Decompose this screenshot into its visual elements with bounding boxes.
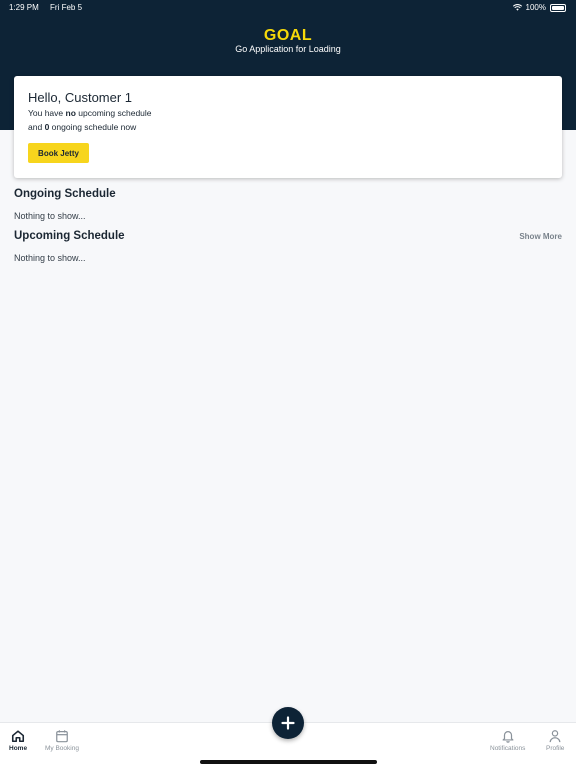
ongoing-schedule-title: Ongoing Schedule bbox=[14, 188, 116, 200]
wifi-icon bbox=[512, 4, 522, 11]
calendar-icon bbox=[56, 730, 68, 743]
tab-home[interactable]: Home bbox=[9, 729, 27, 752]
upcoming-schedule-title: Upcoming Schedule bbox=[14, 230, 125, 242]
person-icon bbox=[549, 730, 561, 743]
plus-icon bbox=[281, 716, 295, 730]
ongoing-summary: and 0 ongoing schedule now bbox=[28, 122, 136, 132]
show-more-link[interactable]: Show More bbox=[519, 232, 562, 241]
tab-profile-label: Profile bbox=[546, 745, 565, 752]
greeting-card: Hello, Customer 1 You have no upcoming s… bbox=[14, 76, 562, 178]
home-indicator bbox=[200, 760, 377, 764]
ongoing-summary-prefix: and bbox=[28, 122, 43, 132]
ongoing-summary-suffix: ongoing schedule now bbox=[51, 122, 137, 132]
bell-icon bbox=[502, 731, 514, 743]
tab-notifications[interactable]: Notifications bbox=[490, 729, 525, 752]
upcoming-empty-text: Nothing to show... bbox=[14, 253, 86, 263]
battery-percent: 100% bbox=[525, 3, 546, 12]
greeting-text: Hello, Customer 1 bbox=[28, 90, 133, 105]
ongoing-count: 0 bbox=[44, 122, 50, 132]
tab-notifications-label: Notifications bbox=[490, 745, 526, 752]
tab-my-booking[interactable]: My Booking bbox=[45, 729, 79, 752]
battery-icon bbox=[550, 3, 566, 12]
upcoming-summary-prefix: You have bbox=[28, 108, 64, 118]
book-jetty-button[interactable]: Book Jetty bbox=[28, 143, 89, 163]
add-button[interactable] bbox=[272, 707, 304, 739]
app-title: GOAL bbox=[263, 27, 313, 44]
tab-home-label: Home bbox=[9, 745, 28, 752]
status-time: 1:29 PM bbox=[9, 3, 39, 12]
status-date: Fri Feb 5 bbox=[50, 3, 83, 12]
ongoing-empty-text: Nothing to show... bbox=[14, 211, 86, 221]
status-bar: 1:29 PM Fri Feb 5 100% bbox=[0, 0, 576, 14]
upcoming-summary-suffix: upcoming schedule bbox=[78, 108, 152, 118]
upcoming-count: no bbox=[65, 108, 76, 118]
upcoming-summary: You have no upcoming schedule bbox=[28, 108, 152, 118]
home-icon bbox=[11, 730, 25, 743]
tab-profile[interactable]: Profile bbox=[546, 729, 564, 752]
app-subtitle: Go Application for Loading bbox=[235, 44, 341, 54]
tab-my-booking-label: My Booking bbox=[45, 745, 79, 752]
